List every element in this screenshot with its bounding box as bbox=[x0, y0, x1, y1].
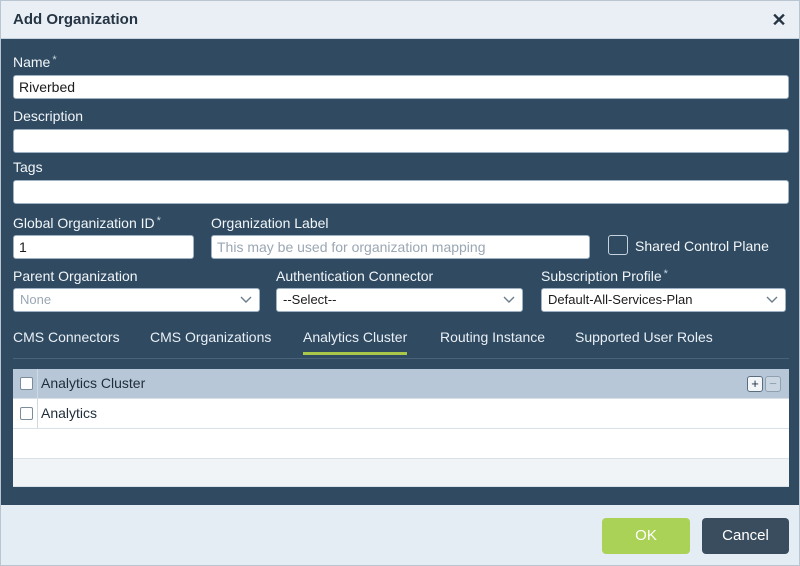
subscription-profile-value: Default-All-Services-Plan bbox=[548, 292, 693, 307]
analytics-cluster-table: Analytics Cluster + − Analytics bbox=[13, 369, 789, 487]
table-empty-row bbox=[13, 429, 789, 459]
shared-control-plane-label: Shared Control Plane bbox=[635, 238, 769, 254]
row-checkbox[interactable] bbox=[20, 407, 33, 420]
global-org-id-input[interactable] bbox=[13, 235, 194, 259]
column-divider bbox=[37, 399, 38, 428]
add-icon[interactable]: + bbox=[747, 376, 763, 392]
required-marker: * bbox=[156, 215, 161, 227]
add-organization-dialog: Add Organization ✕ Name* Description Tag… bbox=[0, 0, 800, 566]
dialog-footer: OK Cancel bbox=[1, 505, 799, 565]
parent-org-label: Parent Organization bbox=[13, 268, 138, 284]
chevron-down-icon bbox=[503, 296, 515, 303]
name-input[interactable] bbox=[13, 75, 789, 99]
subscription-profile-label: Subscription Profile * bbox=[541, 268, 668, 284]
remove-icon[interactable]: − bbox=[765, 376, 781, 392]
tab-analytics-cluster[interactable]: Analytics Cluster bbox=[303, 329, 408, 355]
org-label-input[interactable] bbox=[211, 235, 590, 259]
tab-cms-organizations[interactable]: CMS Organizations bbox=[150, 329, 271, 345]
tags-input[interactable] bbox=[13, 180, 789, 204]
description-input[interactable] bbox=[13, 129, 789, 153]
chevron-down-icon bbox=[766, 296, 778, 303]
tags-label: Tags bbox=[13, 159, 43, 175]
global-org-id-label-text: Global Organization ID bbox=[13, 215, 155, 231]
required-marker: * bbox=[663, 268, 668, 280]
column-divider bbox=[37, 369, 38, 398]
parent-org-select[interactable]: None bbox=[13, 288, 260, 312]
tab-bar: CMS Connectors CMS Organizations Analyti… bbox=[13, 325, 789, 359]
ok-button[interactable]: OK bbox=[602, 518, 690, 554]
subscription-profile-label-text: Subscription Profile bbox=[541, 268, 662, 284]
shared-control-plane-checkbox[interactable] bbox=[608, 235, 628, 255]
table-row[interactable]: Analytics bbox=[13, 399, 789, 429]
row-label: Analytics bbox=[41, 405, 98, 421]
name-label: Name * bbox=[13, 54, 57, 70]
parent-org-value: None bbox=[20, 292, 52, 307]
auth-connector-value: --Select-- bbox=[283, 292, 337, 307]
tab-supported-user-roles[interactable]: Supported User Roles bbox=[575, 329, 713, 345]
tab-routing-instance[interactable]: Routing Instance bbox=[440, 329, 545, 345]
column-header-analytics-cluster: Analytics Cluster bbox=[41, 375, 146, 391]
dialog-body: Name* Description Tags Global Organizati… bbox=[1, 39, 799, 505]
select-all-checkbox[interactable] bbox=[20, 377, 33, 390]
chevron-down-icon bbox=[240, 296, 252, 303]
global-org-id-label: Global Organization ID * bbox=[13, 215, 161, 231]
auth-connector-select[interactable]: --Select-- bbox=[276, 288, 523, 312]
dialog-title: Add Organization bbox=[13, 11, 138, 28]
description-label: Description bbox=[13, 108, 84, 124]
table-header-row: Analytics Cluster + − bbox=[13, 369, 789, 399]
table-empty-row bbox=[13, 459, 789, 487]
cancel-button[interactable]: Cancel bbox=[702, 518, 789, 554]
tab-cms-connectors[interactable]: CMS Connectors bbox=[13, 329, 120, 345]
name-label-text: Name bbox=[13, 54, 51, 70]
close-icon[interactable]: ✕ bbox=[769, 10, 789, 30]
org-label-label: Organization Label bbox=[211, 215, 329, 231]
auth-connector-label: Authentication Connector bbox=[276, 268, 434, 284]
dialog-titlebar: Add Organization ✕ bbox=[1, 1, 799, 39]
required-marker: * bbox=[52, 54, 57, 66]
subscription-profile-select[interactable]: Default-All-Services-Plan bbox=[541, 288, 786, 312]
